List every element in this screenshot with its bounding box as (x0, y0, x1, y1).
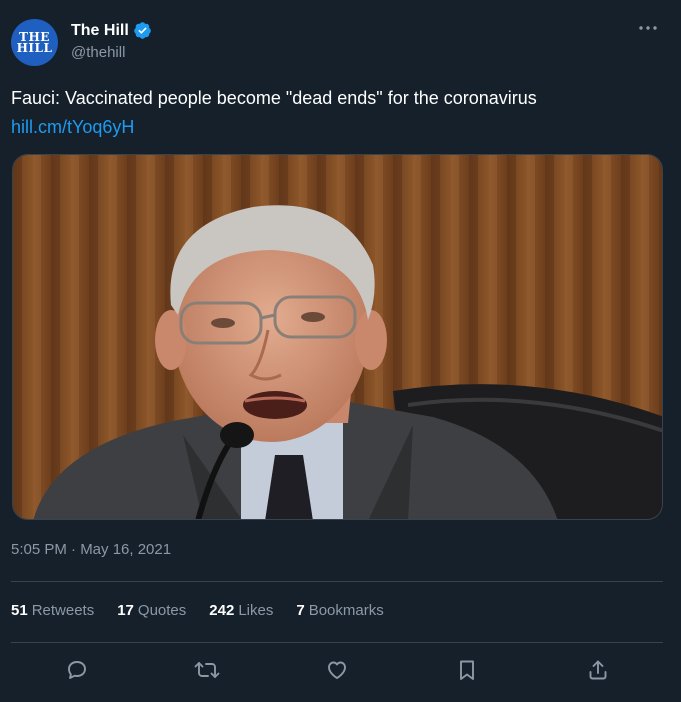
likes-count: 242 (209, 602, 235, 619)
retweets-count: 51 (11, 602, 28, 619)
retweet-button[interactable] (193, 656, 221, 684)
bookmarks-label: Bookmarks (308, 602, 384, 619)
verified-badge-icon (133, 22, 151, 39)
more-icon (639, 26, 657, 30)
bookmarks-count: 7 (296, 602, 305, 619)
quotes-count: 17 (117, 602, 134, 619)
quotes-label: Quotes (137, 602, 187, 619)
reply-button[interactable] (63, 656, 91, 684)
divider (11, 581, 663, 582)
bookmark-icon (460, 660, 474, 680)
retweet-icon (194, 662, 220, 678)
tweet-text: Fauci: Vaccinated people become "dead en… (11, 88, 537, 108)
likes-stat[interactable]: 242 Likes (209, 602, 273, 619)
tweet-timestamp[interactable]: 5:05 PM · May 16, 2021 (11, 541, 171, 558)
action-bar (0, 652, 681, 688)
author-name-row: The Hill (71, 21, 152, 40)
photo-illustration (13, 155, 662, 519)
more-button[interactable] (635, 18, 661, 38)
quotes-stat[interactable]: 17 Quotes (117, 602, 186, 619)
share-icon (589, 660, 607, 680)
display-name[interactable]: The Hill (71, 22, 129, 40)
like-button[interactable] (323, 656, 351, 684)
tweet: THE HILL The Hill @thehill Fauci: Vaccina… (0, 0, 681, 702)
avatar[interactable]: THE HILL (11, 19, 58, 66)
user-handle[interactable]: @thehill (71, 44, 125, 61)
engagement-stats: 51 Retweets 17 Quotes 242 Likes 7 Bookma… (11, 602, 384, 619)
like-icon (328, 661, 346, 679)
likes-label: Likes (238, 602, 274, 619)
share-button[interactable] (584, 656, 612, 684)
bookmark-button[interactable] (453, 656, 481, 684)
tweet-photo[interactable] (12, 154, 663, 520)
bookmarks-stat[interactable]: 7 Bookmarks (296, 602, 383, 619)
tweet-link[interactable]: hill.cm/tYoq6yH (11, 117, 134, 138)
retweets-stat[interactable]: 51 Retweets (11, 602, 94, 619)
divider (11, 642, 663, 643)
the-hill-logo: THE HILL (16, 29, 53, 55)
reply-icon (68, 661, 86, 679)
retweets-label: Retweets (31, 602, 95, 619)
